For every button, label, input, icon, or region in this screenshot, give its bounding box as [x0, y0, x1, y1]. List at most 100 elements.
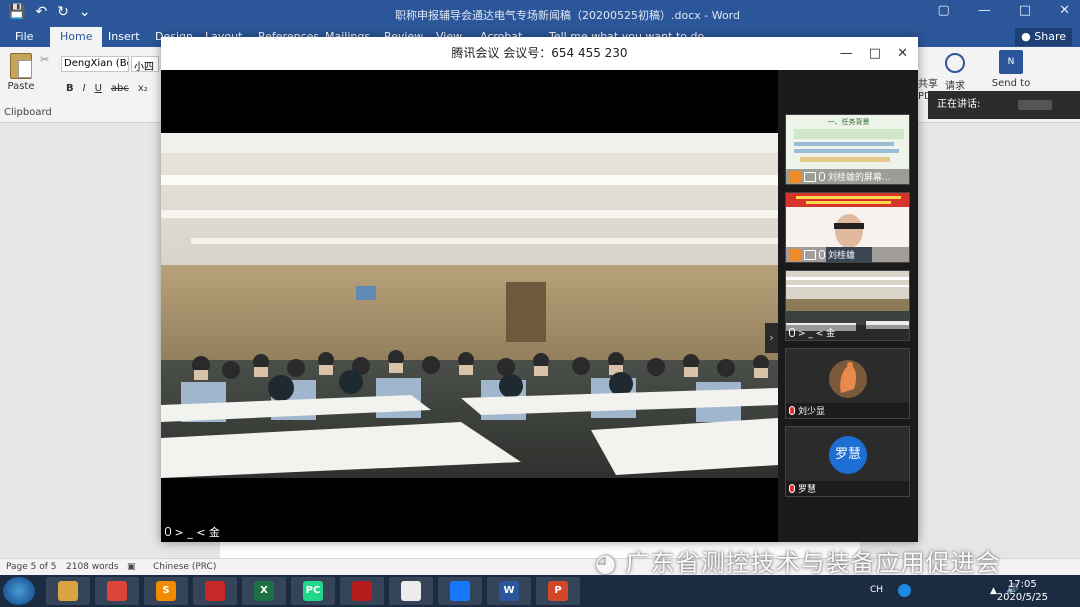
scissors-icon[interactable]: ✂: [40, 53, 49, 66]
quick-access-toolbar: 💾 ↶ ↻ ⌄: [8, 4, 91, 20]
input-language[interactable]: CH: [870, 585, 883, 595]
meeting-title-bar: 腾讯会议 会议号：654 455 230 — □ ✕: [161, 37, 918, 70]
slide-title: 一、任务背景: [827, 118, 870, 126]
tencent-meeting-icon: [450, 581, 470, 601]
taskbar-app-file-explorer[interactable]: [46, 577, 90, 605]
bold-button[interactable]: B: [66, 83, 74, 94]
taskbar-app-sublime[interactable]: S: [144, 577, 188, 605]
onenote-icon: N: [999, 50, 1023, 74]
undo-icon[interactable]: ↶: [35, 4, 47, 20]
clock[interactable]: 17:05 2020/5/25: [997, 578, 1048, 604]
participant-name: > _ < 金: [798, 329, 836, 339]
taskbar-app-cards[interactable]: [340, 577, 384, 605]
tab-home[interactable]: Home: [50, 27, 103, 47]
font-size-select[interactable]: 小四: [131, 56, 159, 73]
main-speaker-name: > _ < 金: [174, 526, 220, 539]
person-icon: ●: [1021, 30, 1031, 43]
mic-icon: [819, 172, 825, 181]
word-icon: W: [499, 581, 519, 601]
word-title-bar: 💾 ↶ ↻ ⌄ 职称申报辅导会通达电气专场新闻稿（20200525初稿）.doc…: [0, 0, 1080, 27]
mic-muted-icon: [789, 406, 795, 415]
wechat-icon: ◕: [595, 549, 617, 577]
main-video[interactable]: › > _ < 金: [161, 70, 778, 542]
taskbar: S X PC W P CH ▲ 🔊 17:05 2020/5/25: [0, 575, 1080, 607]
participant-tile[interactable]: 刘桂雄: [785, 192, 910, 263]
speaking-label: 正在讲话:: [937, 99, 981, 110]
language-indicator[interactable]: Chinese (PRC): [153, 562, 216, 572]
screen-share-icon: [804, 249, 816, 260]
speaking-indicator: 正在讲话:: [928, 91, 1080, 119]
taskbar-app-app-red[interactable]: [193, 577, 237, 605]
meeting-minimize-button[interactable]: —: [840, 37, 853, 70]
taskbar-app-powerpoint[interactable]: P: [536, 577, 580, 605]
clipboard-group-label: Clipboard: [4, 107, 52, 118]
tab-insert[interactable]: Insert: [108, 30, 140, 43]
taskbar-app-notepad[interactable]: [389, 577, 433, 605]
meeting-title: 腾讯会议 会议号：654 455 230: [451, 46, 628, 60]
participant-name: 罗慧: [798, 485, 817, 495]
main-speaker-label: > _ < 金: [165, 524, 220, 540]
collapse-panel-button[interactable]: ›: [765, 323, 778, 353]
meeting-close-button[interactable]: ✕: [897, 37, 908, 70]
page-count[interactable]: Page 5 of 5: [6, 562, 57, 572]
mic-icon: [819, 250, 825, 259]
cards-icon: [352, 581, 372, 601]
minimize-button[interactable]: —: [978, 3, 991, 18]
document-title: 职称申报辅导会通达电气专场新闻稿（20200525初稿）.docx - Word: [395, 9, 740, 22]
taskbar-app-pycharm[interactable]: PC: [291, 577, 335, 605]
subscript-button[interactable]: x₂: [138, 83, 148, 94]
participant-name: 刘桂雄的屏幕...: [828, 173, 891, 183]
taskbar-app-tencent-meeting[interactable]: [438, 577, 482, 605]
participant-tile[interactable]: > _ < 金: [785, 270, 910, 341]
share-label: Share: [1034, 30, 1066, 43]
font-name-select[interactable]: DengXian (Bc: [61, 56, 129, 72]
system-tray: CH ▲ 🔊 17:05 2020/5/25: [860, 575, 1080, 607]
avatar: 罗慧: [829, 436, 867, 474]
mic-icon: [789, 328, 795, 337]
participant-name: 刘少显: [798, 407, 826, 417]
file-explorer-icon: [58, 581, 78, 601]
save-icon[interactable]: 💾: [8, 4, 25, 20]
meeting-window: 腾讯会议 会议号：654 455 230 — □ ✕ › > _ < 金 一、任…: [161, 37, 918, 542]
help-icon[interactable]: [898, 584, 911, 597]
taskbar-app-word[interactable]: W: [487, 577, 531, 605]
speaker-wave-icon: [1018, 100, 1052, 110]
mic-icon: [165, 527, 171, 536]
restore-button[interactable]: □: [1019, 3, 1031, 18]
watermark-text: 广东省测控技术与装备应用促进会: [625, 549, 1001, 577]
ribbon-display-button[interactable]: ▢: [938, 3, 950, 18]
taskbar-app-chrome[interactable]: [95, 577, 139, 605]
paste-button[interactable]: Paste: [6, 53, 36, 92]
taskbar-app-excel[interactable]: X: [242, 577, 286, 605]
start-button[interactable]: [3, 577, 35, 605]
participant-tile[interactable]: 一、任务背景 刘桂雄的屏幕...: [785, 114, 910, 185]
proofing-icon[interactable]: ▣: [127, 562, 136, 572]
word-window-controls: ▢ — □ ✕: [938, 3, 1071, 18]
redo-icon[interactable]: ↻: [57, 4, 69, 20]
request-icon: [945, 53, 965, 73]
share-pdf-line1: 共享: [918, 79, 938, 90]
user-icon: [789, 248, 801, 261]
customize-icon[interactable]: ⌄: [79, 4, 91, 20]
pycharm-icon: PC: [303, 581, 323, 601]
watermark: ◕ 广东省测控技术与装备应用促进会: [595, 543, 1001, 578]
strikethrough-button[interactable]: abc: [111, 83, 129, 94]
close-button[interactable]: ✕: [1059, 3, 1070, 18]
share-button[interactable]: ● Share: [1015, 28, 1072, 46]
participant-tile[interactable]: 刘少显: [785, 348, 910, 419]
tile-name-bar: 刘桂雄: [786, 247, 909, 262]
tile-name-bar: 刘桂雄的屏幕...: [786, 169, 909, 184]
underline-button[interactable]: U: [95, 83, 102, 94]
format-buttons: B I U abc x₂: [66, 83, 148, 94]
powerpoint-icon: P: [548, 581, 568, 601]
send-to-label: Send to: [991, 78, 1031, 89]
italic-button[interactable]: I: [83, 83, 86, 94]
word-count[interactable]: 2108 words: [66, 562, 119, 572]
tab-file[interactable]: File: [15, 30, 33, 43]
meeting-maximize-button[interactable]: □: [869, 37, 881, 70]
request-button[interactable]: 请求: [942, 53, 968, 92]
conference-room-video: [161, 70, 778, 542]
send-to-onenote-button[interactable]: N Send to: [990, 50, 1032, 89]
participant-panel: 一、任务背景 刘桂雄的屏幕... 刘桂雄 > _ < 金 刘少显 罗慧 罗慧: [778, 70, 918, 542]
participant-tile[interactable]: 罗慧 罗慧: [785, 426, 910, 497]
